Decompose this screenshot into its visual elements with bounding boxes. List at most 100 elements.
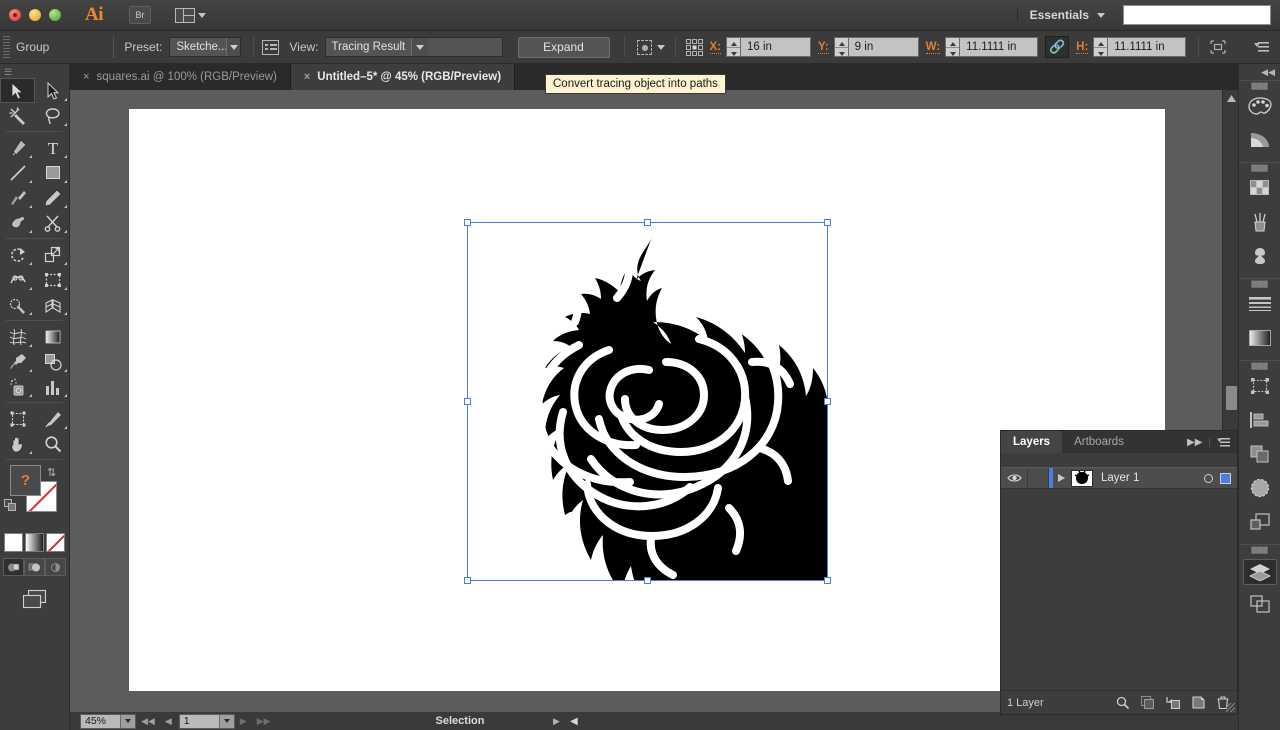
tool-blend-tool[interactable] xyxy=(35,349,70,374)
zoom-window-button[interactable] xyxy=(49,9,61,21)
tool-magic-wand-tool[interactable] xyxy=(0,103,35,128)
dock-transform-panel[interactable] xyxy=(1239,371,1280,405)
y-stepper[interactable] xyxy=(833,37,849,57)
close-icon[interactable]: × xyxy=(83,71,89,83)
fill-swatch[interactable]: ? xyxy=(10,465,41,496)
close-icon[interactable]: × xyxy=(304,71,310,83)
draw-inside-button[interactable] xyxy=(45,558,66,576)
chevron-down-icon[interactable] xyxy=(411,38,429,56)
tool-eyedropper-tool[interactable] xyxy=(0,349,35,374)
tab-layers[interactable]: Layers xyxy=(1001,431,1063,453)
status-scroll-left-icon[interactable]: ◀ xyxy=(570,716,578,727)
last-artboard-button[interactable]: ▶▶ xyxy=(252,716,276,727)
draw-normal-button[interactable] xyxy=(3,558,24,576)
tool-scissors-tool[interactable] xyxy=(35,210,70,235)
first-artboard-button[interactable]: ◀◀ xyxy=(136,716,160,727)
dock-layers-panel[interactable] xyxy=(1239,555,1280,589)
tool-zoom-tool[interactable] xyxy=(35,431,70,456)
panel-menu-icon[interactable] xyxy=(1217,437,1231,448)
control-bar-grip[interactable] xyxy=(3,36,10,58)
dock-swatches-panel[interactable] xyxy=(1239,173,1280,207)
search-help-input[interactable] xyxy=(1123,5,1271,25)
tool-column-graph-tool[interactable] xyxy=(35,374,70,399)
tool-scale-tool[interactable] xyxy=(35,242,70,267)
dock-brushes-panel[interactable] xyxy=(1239,207,1280,241)
x-stepper[interactable] xyxy=(726,37,742,57)
workspace-switcher[interactable]: Essentials xyxy=(1016,8,1117,22)
dock-group-grip[interactable]: ▇▇▇ xyxy=(1239,361,1280,371)
tool-blob-brush-tool[interactable] xyxy=(0,210,35,235)
tools-panel-grip[interactable]: ☰ xyxy=(0,66,69,78)
x-input[interactable]: 16 in xyxy=(741,37,812,57)
tool-free-transform-tool[interactable] xyxy=(35,267,70,292)
dock-color-panel[interactable] xyxy=(1239,91,1280,125)
default-fill-stroke-icon[interactable] xyxy=(4,499,17,511)
layer-name[interactable]: Layer 1 xyxy=(1101,472,1204,484)
document-tab-squares[interactable]: × squares.ai @ 100% (RGB/Preview) xyxy=(70,64,291,90)
chevron-down-icon[interactable] xyxy=(120,714,135,728)
tool-perspective-grid-tool[interactable] xyxy=(35,292,70,317)
dock-transparency-panel[interactable] xyxy=(1239,473,1280,507)
gradient-swatch-button[interactable] xyxy=(25,533,44,552)
bridge-icon[interactable]: Br xyxy=(129,6,151,24)
tool-gradient-tool[interactable] xyxy=(35,324,70,349)
constrain-proportions-icon[interactable]: 🔗 xyxy=(1045,36,1070,58)
dock-stroke-panel[interactable] xyxy=(1239,289,1280,323)
window-controls[interactable] xyxy=(9,9,61,21)
tool-shape-builder-tool[interactable] xyxy=(0,292,35,317)
view-dropdown[interactable]: Tracing Result xyxy=(324,37,503,57)
make-clipping-mask-icon[interactable] xyxy=(1141,696,1154,709)
next-artboard-button[interactable]: ▶ xyxy=(235,716,252,727)
panel-resize-handle[interactable] xyxy=(1226,703,1235,712)
w-stepper[interactable] xyxy=(945,37,961,57)
tool-artboard-tool[interactable] xyxy=(0,406,35,431)
collapse-panel-icon[interactable]: ▶▶ xyxy=(1187,437,1202,448)
layers-list-body[interactable] xyxy=(1001,489,1237,685)
tool-pen-tool[interactable] xyxy=(0,135,35,160)
document-tab-untitled-5[interactable]: × Untitled–5* @ 45% (RGB/Preview) xyxy=(290,64,516,90)
tool-rectangle-tool[interactable] xyxy=(35,160,70,185)
dock-artboards-panel[interactable] xyxy=(1239,589,1280,623)
tool-lasso-tool[interactable] xyxy=(35,103,70,128)
tool-type-tool[interactable]: T xyxy=(35,135,70,160)
expand-button[interactable]: Expand xyxy=(517,36,610,58)
dock-color-guide-panel[interactable] xyxy=(1239,125,1280,159)
layer-color-swatch[interactable] xyxy=(1220,472,1231,484)
chevron-down-icon[interactable] xyxy=(218,714,234,728)
dock-group-grip[interactable]: ▇▇▇ xyxy=(1239,81,1280,91)
chevron-down-icon[interactable] xyxy=(225,38,241,56)
dock-gradient-panel[interactable] xyxy=(1239,323,1280,357)
preset-dropdown[interactable]: Sketche... xyxy=(169,37,242,57)
expand-dock-button[interactable]: ◀◀ xyxy=(1239,64,1280,80)
create-sublayer-icon[interactable] xyxy=(1166,696,1180,709)
layer-row-layer-1[interactable]: Layer 1 xyxy=(1001,467,1237,489)
dock-group-grip[interactable]: ▇▇▇ xyxy=(1239,545,1280,555)
dock-pathfinder-panel[interactable] xyxy=(1239,439,1280,473)
tool-selection-tool[interactable] xyxy=(0,78,35,103)
tool-direct-selection-tool[interactable] xyxy=(35,78,70,103)
layer-visibility-toggle[interactable] xyxy=(1001,473,1027,483)
arrange-documents-button[interactable] xyxy=(175,7,206,23)
tool-mesh-tool[interactable] xyxy=(0,324,35,349)
h-stepper[interactable] xyxy=(1093,37,1109,57)
tool-line-segment-tool[interactable] xyxy=(0,160,35,185)
tab-artboards[interactable]: Artboards xyxy=(1062,431,1136,453)
dock-symbols-panel[interactable] xyxy=(1239,241,1280,275)
reference-point-icon[interactable] xyxy=(685,38,703,56)
none-swatch-button[interactable] xyxy=(46,533,65,552)
previous-artboard-button[interactable]: ◀ xyxy=(160,716,177,727)
y-input[interactable]: 9 in xyxy=(848,37,919,57)
vertical-scroll-thumb[interactable] xyxy=(1226,386,1237,410)
close-window-button[interactable] xyxy=(9,9,21,21)
dock-group-grip[interactable]: ▇▇▇ xyxy=(1239,163,1280,173)
layer-expand-triangle[interactable] xyxy=(1053,474,1069,482)
tracing-options-icon[interactable] xyxy=(262,39,280,55)
flame-rose-emblem[interactable] xyxy=(467,222,828,581)
artboard-number-dropdown[interactable]: 1 xyxy=(178,713,235,729)
h-input[interactable]: 11.1111 in xyxy=(1108,37,1187,57)
dock-align-panel[interactable] xyxy=(1239,405,1280,439)
align-objects-icon[interactable] xyxy=(1209,39,1227,55)
zoom-level-dropdown[interactable]: 45% xyxy=(80,713,136,729)
minimize-window-button[interactable] xyxy=(29,9,41,21)
dock-appearance-panel[interactable] xyxy=(1239,507,1280,541)
